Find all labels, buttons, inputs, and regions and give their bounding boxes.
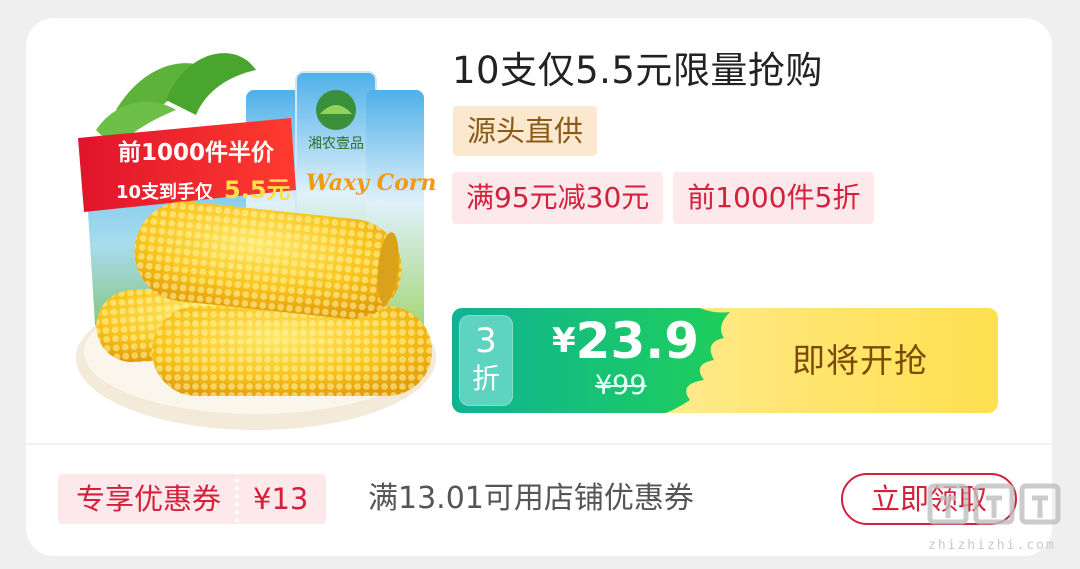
packaging-text: Waxy Corn	[306, 170, 436, 196]
image-promo-price: 5.5元	[224, 176, 291, 204]
promo-tags: 满95元减30元 前1000件5折	[452, 172, 875, 224]
promo-tag-first-1000: 前1000件5折	[673, 172, 875, 224]
coupon-label: 专享优惠券	[58, 474, 236, 524]
coming-soon-button[interactable]: 即将开抢	[792, 308, 928, 413]
discount-badge: 3 折	[459, 315, 513, 406]
discount-number: 3	[475, 321, 497, 361]
price-bar[interactable]: 3 折 ¥23.9 ¥99 即将开抢	[452, 308, 998, 413]
corn-product-image[interactable]: 湘农壹品 Waxy Corn 前1000件半价 10支到手仅 5.5元	[56, 40, 450, 438]
watermark-text: zhizhizhi.com	[928, 538, 1056, 553]
divider	[26, 443, 1052, 445]
promo-tag-full-reduction: 满95元减30元	[452, 172, 664, 224]
original-price: ¥99	[595, 370, 647, 401]
brand-text: 湘农壹品	[308, 136, 364, 152]
current-price: ¥23.9	[552, 312, 699, 370]
price-value: 23.9	[575, 312, 700, 370]
discount-unit: 折	[471, 362, 500, 395]
product-card[interactable]: 湘农壹品 Waxy Corn 前1000件半价 10支到手仅 5.5元 10支仅…	[26, 18, 1052, 556]
product-title[interactable]: 10支仅5.5元限量抢购	[452, 40, 823, 94]
watermark-logo-icon	[927, 483, 1061, 525]
currency-symbol: ¥	[552, 321, 576, 361]
coupon-chip: 专享优惠券 ¥13	[58, 474, 327, 524]
image-promo-line1: 前1000件半价	[118, 139, 275, 166]
source-tag: 源头直供	[453, 106, 598, 156]
image-promo-line2: 10支到手仅	[116, 181, 214, 203]
site-watermark: zhizhizhi.com	[920, 480, 1070, 560]
coupon-description: 满13.01可用店铺优惠券	[368, 481, 694, 516]
coupon-value: ¥13	[239, 474, 327, 524]
